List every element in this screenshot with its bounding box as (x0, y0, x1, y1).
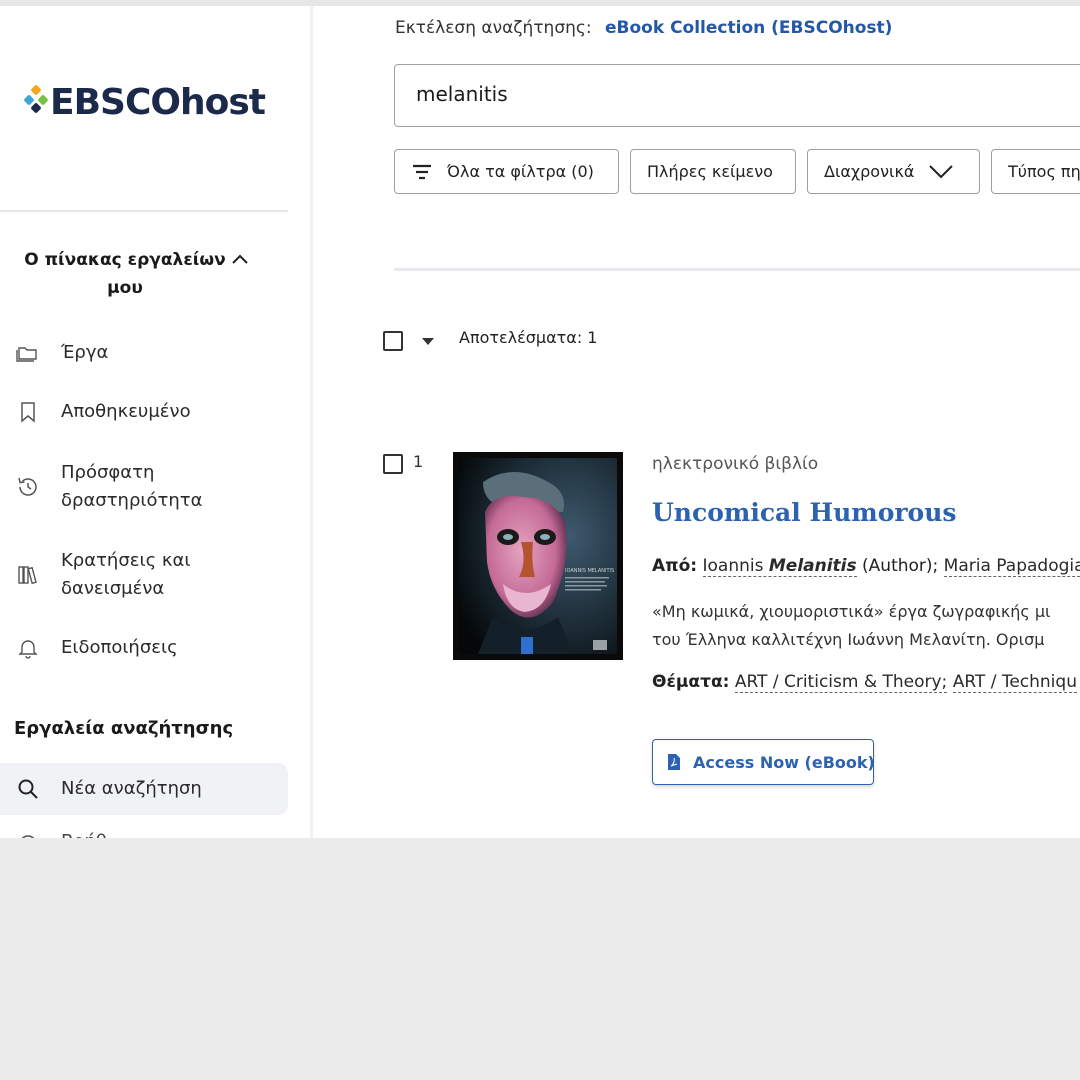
search-input[interactable] (416, 82, 1016, 106)
author-link[interactable]: Maria Papadogia (943, 556, 1080, 577)
result-abstract: «Μη κωμικά, χιουμοριστικά» έργα ζωγραφικ… (652, 598, 1080, 654)
access-now-label: Access Now (eBook) (693, 752, 875, 772)
sidebar-item-label: Ειδοποιήσεις (61, 637, 178, 658)
result-authors: Από: Ioannis Melanitis (Author); Maria P… (652, 556, 1080, 577)
search-icon (18, 779, 38, 799)
results-count: Αποτελέσματα: 1 (459, 328, 598, 347)
results-separator (394, 268, 1080, 271)
bell-icon (18, 640, 38, 659)
chevron-up-icon[interactable] (230, 250, 250, 270)
subject-link[interactable]: ART / Techniqu (952, 672, 1077, 693)
sidebar: EBSCOhost Ο πίνακας εργαλείων μου Έργα Α… (0, 6, 310, 838)
sidebar-item-label: Νέα αναζήτηση (61, 778, 202, 799)
caret-down-icon[interactable] (422, 338, 434, 345)
access-now-button[interactable]: Access Now (eBook) (652, 739, 875, 785)
sidebar-separator (0, 210, 288, 212)
history-icon (18, 477, 37, 496)
sidebar-item-recent-activity[interactable]: Πρόσφατη δραστηριότητα (0, 459, 288, 517)
main-content: Εκτέλεση αναζήτησης: eBook Collection (E… (313, 6, 1080, 838)
authors-label: Από: (652, 556, 698, 576)
help-icon (21, 835, 35, 838)
publication-type-filter-label: Τύπος πη (1008, 162, 1080, 181)
all-filters-label: Όλα τα φίλτρα (0) (447, 162, 594, 181)
sidebar-item-notifications[interactable]: Ειδοποιήσεις (0, 634, 288, 664)
folders-icon (16, 347, 37, 362)
author-last-name: Melanitis (768, 556, 857, 576)
subjects-label: Θέματα: (652, 672, 730, 692)
ebscohost-logo[interactable]: EBSCOhost (24, 81, 266, 123)
sidebar-item-label: Πρόσφατη δραστηριότητα (61, 462, 203, 511)
search-tools-heading: Εργαλεία αναζήτησης (14, 718, 234, 739)
chevron-down-icon (929, 164, 954, 178)
sidebar-item-projects[interactable]: Έργα (0, 339, 288, 369)
subject-link[interactable]: ART / Criticism & Theory; (734, 672, 948, 693)
bookmark-icon (21, 402, 35, 423)
full-text-filter-button[interactable]: Πλήρες κείμενο (630, 149, 796, 194)
publication-type-filter-button[interactable]: Τύπος πη (991, 149, 1080, 194)
book-cover-image[interactable]: IOANNIS MELANITIS (453, 452, 623, 660)
search-context-label: Εκτέλεση αναζήτησης: (395, 18, 592, 38)
date-range-filter-button[interactable]: Διαχρονικά (807, 149, 980, 194)
cover-title-text: IOANNIS MELANITIS (565, 568, 614, 574)
author-link[interactable]: Ioannis Melanitis (702, 556, 857, 577)
result-number: 1 (413, 452, 424, 471)
sidebar-item-label: Αποθηκευμένο (61, 401, 191, 422)
select-all-checkbox[interactable] (383, 331, 403, 351)
filter-icon (413, 164, 431, 179)
search-box[interactable] (394, 64, 1080, 127)
logo-text: EBSCOhost (50, 81, 266, 123)
sidebar-item-holds-checkouts[interactable]: Κρατήσεις και δανεισμένα (0, 547, 288, 605)
cover-art: IOANNIS MELANITIS (459, 458, 617, 654)
date-range-filter-label: Διαχρονικά (824, 162, 915, 181)
search-context: Εκτέλεση αναζήτησης: eBook Collection (E… (395, 18, 892, 38)
author-first-name: Ioannis (702, 556, 764, 576)
sidebar-item-saved[interactable]: Αποθηκευμένο (0, 398, 288, 428)
pdf-icon (668, 754, 680, 770)
sidebar-item-new-search[interactable]: Νέα αναζήτηση (0, 763, 288, 815)
result-subjects: Θέματα: ART / Criticism & Theory; ART / … (652, 672, 1077, 693)
result-checkbox[interactable] (383, 454, 403, 474)
full-text-filter-label: Πλήρες κείμενο (647, 162, 773, 181)
abstract-line: «Μη κωμικά, χιουμοριστικά» έργα ζωγραφικ… (652, 602, 1051, 621)
app-window: EBSCOhost Ο πίνακας εργαλείων μου Έργα Α… (0, 6, 1080, 838)
abstract-line: του Έλληνα καλλιτέχνη Ιωάννη Μελανίτη. Ο… (652, 630, 1045, 649)
result-title-link[interactable]: Uncomical Humorous (652, 498, 956, 527)
dashboard-heading[interactable]: Ο πίνακας εργαλείων μου (14, 246, 236, 302)
sidebar-item-label: Έργα (61, 342, 109, 363)
author-role: (Author); (862, 556, 939, 576)
all-filters-button[interactable]: Όλα τα φίλτρα (0) (394, 149, 619, 194)
sidebar-item-label: Βοήθ (61, 828, 107, 838)
search-context-database-link[interactable]: eBook Collection (EBSCOhost) (605, 18, 892, 38)
ebsco-logo-icon (24, 85, 48, 113)
books-icon (18, 566, 37, 585)
sidebar-item-label: Κρατήσεις και δανεισμένα (61, 550, 191, 599)
result-type: ηλεκτρονικό βιβλίο (652, 454, 819, 474)
